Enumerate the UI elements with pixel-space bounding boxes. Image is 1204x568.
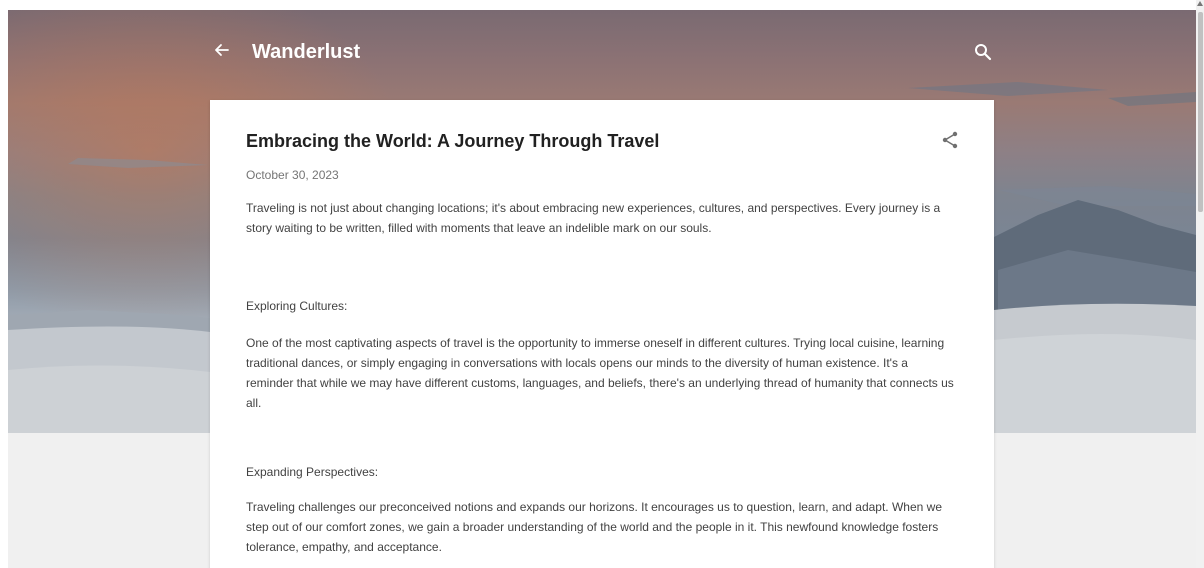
- blog-header: Wanderlust: [8, 10, 1196, 90]
- search-icon[interactable]: [974, 43, 992, 61]
- intro-paragraph: Traveling is not just about changing loc…: [246, 201, 941, 235]
- page-scrollbar-thumb[interactable]: [1198, 12, 1203, 212]
- arrow-back-icon[interactable]: [212, 40, 232, 60]
- share-icon[interactable]: [940, 130, 960, 150]
- section-heading-exploring-cultures: Exploring Cultures:: [246, 299, 348, 313]
- section-paragraph-expanding-perspectives: Traveling challenges our preconceived no…: [246, 500, 942, 554]
- scroll-up-arrow-icon[interactable]: [1197, 1, 1203, 6]
- post-title[interactable]: Embracing the World: A Journey Through T…: [246, 130, 659, 152]
- blog-page: Wanderlust Embracing the World: A Journe…: [8, 10, 1196, 568]
- browser-viewport: Wanderlust Embracing the World: A Journe…: [0, 0, 1204, 568]
- post-date[interactable]: October 30, 2023: [246, 168, 339, 182]
- blog-title-link[interactable]: Wanderlust: [252, 40, 360, 64]
- post-card: Embracing the World: A Journey Through T…: [210, 100, 994, 568]
- section-heading-expanding-perspectives: Expanding Perspectives:: [246, 465, 379, 479]
- section-paragraph-exploring-cultures: One of the most captivating aspects of t…: [246, 336, 954, 410]
